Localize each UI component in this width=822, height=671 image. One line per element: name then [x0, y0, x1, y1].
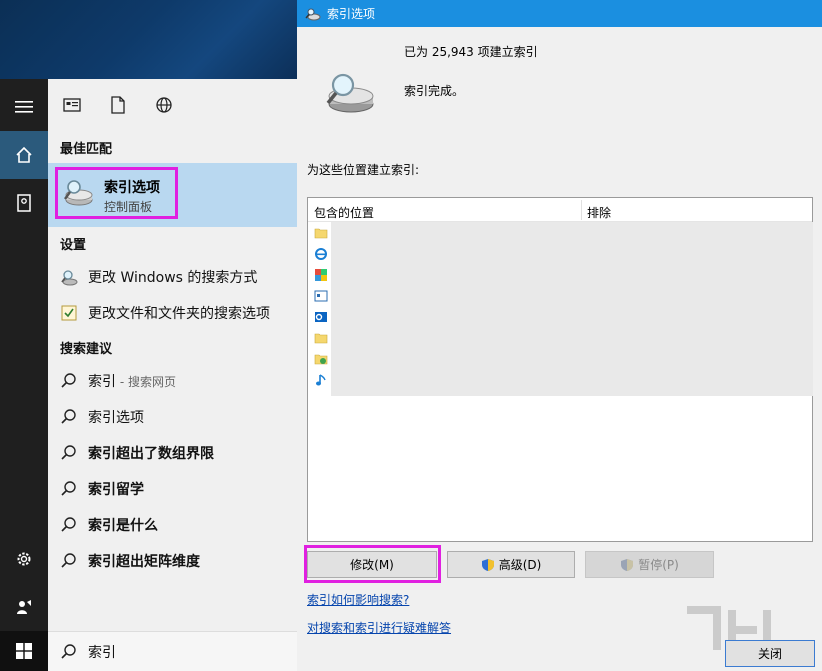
suggestion-text: 索引是什么	[88, 518, 158, 534]
outlook-icon	[315, 312, 327, 322]
home-icon[interactable]	[0, 131, 48, 179]
best-match-heading: 最佳匹配	[60, 142, 113, 157]
location-rows-area	[331, 222, 813, 396]
indexing-drive-icon	[326, 73, 374, 113]
start-search-panel: 最佳匹配 索引选项 控制面板 设置 更改 Windows 的搜索方式 更改文件和…	[48, 79, 297, 631]
documents-filter-icon[interactable]	[108, 95, 128, 115]
search-icon	[61, 409, 76, 424]
filter-bar	[48, 79, 297, 131]
pause-label: 暂停(P)	[638, 558, 679, 572]
close-button[interactable]: 关闭	[725, 640, 815, 667]
dialog-title: 索引选项	[327, 7, 376, 21]
dialog-titlebar[interactable]: 索引选项	[297, 0, 822, 27]
suggestion-item[interactable]: 索引 - 搜索网页	[60, 368, 176, 394]
suggestion-text: 索引超出矩阵维度	[88, 554, 200, 570]
close-label: 关闭	[757, 647, 782, 661]
index-status-text: 索引完成。	[404, 84, 465, 98]
internet-explorer-icon	[315, 248, 327, 260]
suggestion-item[interactable]: 索引选项	[60, 404, 144, 430]
desktop-background	[0, 0, 297, 79]
modify-label: 修改(M)	[350, 558, 394, 572]
list-header: 包含的位置 排除	[308, 198, 812, 222]
folder-options-icon	[61, 305, 77, 321]
advanced-button[interactable]: 高级(D)	[447, 551, 575, 578]
music-note-icon	[316, 374, 326, 386]
suggestion-text: 索引超出了数组界限	[88, 446, 214, 462]
best-match-item[interactable]	[48, 163, 297, 227]
pause-button[interactable]: 暂停(P)	[585, 551, 714, 578]
search-icon	[61, 373, 76, 388]
suggestion-text: 索引选项	[88, 410, 144, 426]
suggestions-heading: 搜索建议	[60, 342, 113, 357]
suggestion-text: 索引留学	[88, 482, 144, 498]
settings-gear-icon[interactable]	[0, 535, 48, 583]
search-icon	[61, 643, 76, 659]
settings-item-label: 更改文件和文件夹的搜索选项	[88, 306, 270, 322]
indexing-options-dialog: 索引选项 已为 25,943 项建立索引 索引完成。 为这些位置建立索引: 包含…	[297, 0, 822, 671]
best-match-title: 索引选项	[104, 180, 160, 196]
settings-item-change-search[interactable]: 更改 Windows 的搜索方式	[60, 264, 257, 290]
taskbar-search-box[interactable]	[48, 631, 297, 671]
modify-button[interactable]: 修改(M)	[307, 551, 437, 578]
indexing-options-icon	[64, 180, 93, 206]
search-icon	[61, 445, 76, 460]
index-locations-list[interactable]: 包含的位置 排除	[307, 197, 813, 542]
user-feedback-icon[interactable]	[0, 583, 48, 631]
suggestion-item[interactable]: 索引留学	[60, 476, 144, 502]
suggestion-bold: 索引	[88, 374, 116, 390]
search-icon	[61, 481, 76, 496]
settings-item-folder-options[interactable]: 更改文件和文件夹的搜索选项	[60, 300, 270, 326]
column-excluded[interactable]: 排除	[587, 204, 611, 221]
settings-heading: 设置	[60, 238, 87, 253]
indexed-count-text: 已为 25,943 项建立索引	[404, 45, 538, 59]
uac-shield-icon	[621, 558, 634, 571]
how-indexing-affects-search-link[interactable]: 索引如何影响搜索?	[307, 591, 409, 608]
windows-start-button[interactable]	[0, 631, 48, 671]
control-panel-icon	[314, 290, 328, 302]
search-settings-icon	[61, 270, 78, 286]
notebook-icon[interactable]	[0, 179, 48, 227]
suggestion-item[interactable]: 索引超出矩阵维度	[60, 548, 200, 574]
search-icon	[61, 553, 76, 568]
uac-shield-icon	[481, 558, 494, 571]
column-included[interactable]: 包含的位置	[314, 204, 374, 221]
offline-files-icon	[314, 354, 328, 365]
windows-media-icon	[315, 269, 327, 281]
start-rail	[0, 79, 48, 671]
search-icon	[61, 517, 76, 532]
suggestion-item[interactable]: 索引是什么	[60, 512, 158, 538]
hamburger-icon[interactable]	[0, 83, 48, 131]
apps-filter-icon[interactable]	[62, 95, 82, 115]
folder-icon	[314, 333, 328, 344]
column-divider[interactable]	[581, 200, 582, 220]
locations-label: 为这些位置建立索引:	[307, 163, 420, 177]
indexing-options-icon	[305, 8, 321, 20]
best-match-subtitle: 控制面板	[104, 200, 153, 214]
search-input[interactable]	[88, 643, 268, 660]
advanced-label: 高级(D)	[498, 558, 542, 572]
folder-icon	[314, 228, 328, 239]
suggestion-item[interactable]: 索引超出了数组界限	[60, 440, 214, 466]
suggestion-rest: - 搜索网页	[116, 375, 176, 389]
troubleshoot-link[interactable]: 对搜索和索引进行疑难解答	[307, 619, 451, 636]
web-filter-icon[interactable]	[154, 95, 174, 115]
windows-logo-icon	[16, 643, 32, 659]
settings-item-label: 更改 Windows 的搜索方式	[88, 270, 258, 286]
